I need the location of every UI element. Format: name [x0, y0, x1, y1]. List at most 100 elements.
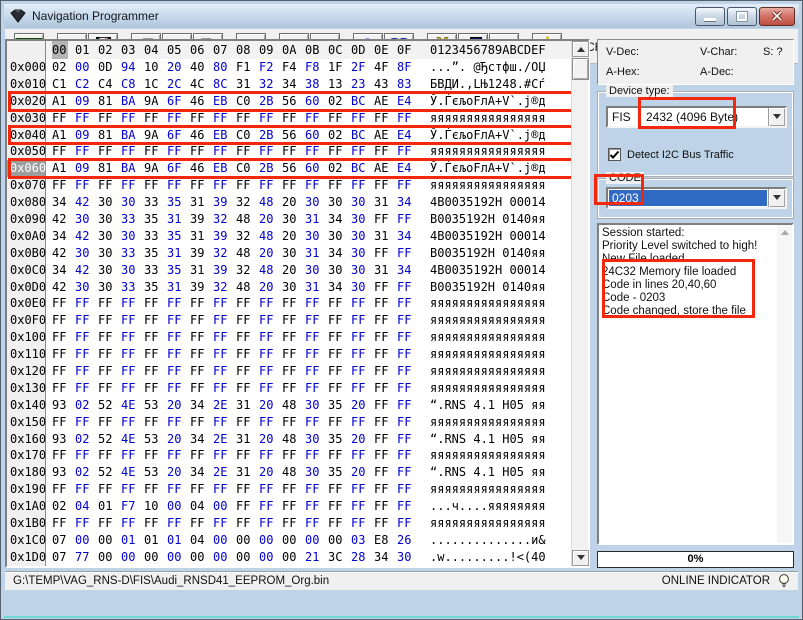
hex-byte[interactable]: A1 [52, 160, 75, 177]
hex-byte[interactable]: 31 [236, 397, 259, 414]
hex-byte[interactable]: FF [213, 414, 236, 431]
hex-byte[interactable]: FF [75, 110, 98, 127]
hex-byte[interactable]: 35 [328, 431, 351, 448]
hex-address-cell[interactable]: 0x020 [7, 92, 46, 110]
hex-byte[interactable]: 48 [236, 211, 259, 228]
hex-byte[interactable]: 00 [98, 549, 121, 566]
hex-byte[interactable]: FF [213, 110, 236, 127]
hex-ascii-cell[interactable]: 4B0035192H 00014 [430, 194, 548, 211]
code-dropdown-button[interactable] [768, 189, 785, 207]
hex-byte[interactable]: FF [305, 110, 328, 127]
hex-byte[interactable]: FF [397, 498, 420, 515]
hex-byte[interactable]: FF [167, 481, 190, 498]
hex-byte[interactable]: FF [374, 279, 397, 296]
hex-byte[interactable]: 20 [167, 397, 190, 414]
hex-byte[interactable]: 32 [213, 245, 236, 262]
hex-byte[interactable]: FF [236, 110, 259, 127]
hex-byte[interactable]: FF [259, 380, 282, 397]
hex-byte[interactable]: 00 [167, 498, 190, 515]
hex-byte[interactable]: 31 [167, 211, 190, 228]
hex-byte[interactable]: FF [190, 447, 213, 464]
hex-byte[interactable]: FF [121, 329, 144, 346]
hex-byte[interactable]: FF [305, 346, 328, 363]
hex-byte[interactable]: FF [144, 481, 167, 498]
hex-byte[interactable]: 42 [75, 228, 98, 245]
hex-byte[interactable]: 04 [190, 498, 213, 515]
hex-byte[interactable]: FF [328, 329, 351, 346]
hex-byte[interactable]: FF [282, 498, 305, 515]
hex-byte[interactable]: 00 [282, 532, 305, 549]
hex-byte[interactable]: FF [305, 380, 328, 397]
hex-byte[interactable]: FF [236, 177, 259, 194]
hex-byte[interactable]: FF [144, 177, 167, 194]
hex-byte[interactable]: 53 [144, 431, 167, 448]
hex-address-cell[interactable]: 0x170 [7, 447, 46, 465]
hex-byte[interactable]: FF [397, 515, 420, 532]
hex-byte[interactable]: FF [167, 515, 190, 532]
hex-byte[interactable]: FF [397, 177, 420, 194]
hex-byte[interactable]: 53 [144, 464, 167, 481]
hex-byte[interactable]: 48 [282, 431, 305, 448]
hex-byte[interactable]: FF [236, 346, 259, 363]
hex-byte[interactable]: 30 [351, 228, 374, 245]
hex-byte[interactable]: 6F [167, 160, 190, 177]
hex-byte[interactable]: FF [236, 447, 259, 464]
hex-byte[interactable]: 31 [167, 245, 190, 262]
hex-byte[interactable]: 42 [75, 194, 98, 211]
hex-byte[interactable]: FF [144, 329, 167, 346]
hex-byte[interactable]: 35 [328, 397, 351, 414]
hex-byte[interactable]: 48 [259, 228, 282, 245]
hex-byte[interactable]: F7 [121, 498, 144, 515]
hex-byte[interactable]: 6F [167, 93, 190, 110]
hex-byte[interactable]: 35 [167, 228, 190, 245]
hex-byte[interactable]: FF [213, 346, 236, 363]
hex-byte[interactable]: C8 [121, 76, 144, 93]
hex-byte[interactable]: 30 [305, 194, 328, 211]
hex-byte[interactable]: FF [190, 329, 213, 346]
hex-address-cell[interactable]: 0x150 [7, 413, 46, 431]
hex-byte[interactable]: 35 [144, 211, 167, 228]
hex-byte[interactable]: BA [121, 93, 144, 110]
hex-byte[interactable]: 20 [259, 211, 282, 228]
hex-byte[interactable]: FF [144, 363, 167, 380]
hex-byte[interactable]: 20 [282, 194, 305, 211]
hex-byte[interactable]: 34 [328, 211, 351, 228]
hex-byte[interactable]: 02 [52, 498, 75, 515]
hex-byte[interactable]: 32 [236, 228, 259, 245]
hex-byte[interactable]: FF [190, 363, 213, 380]
hex-byte[interactable]: 39 [213, 228, 236, 245]
hex-byte[interactable]: 30 [328, 228, 351, 245]
hex-byte[interactable]: FF [52, 177, 75, 194]
hex-byte[interactable]: E4 [397, 127, 420, 144]
hex-byte[interactable]: 31 [374, 228, 397, 245]
hex-byte[interactable]: FF [374, 481, 397, 498]
hex-address-cell[interactable]: 0x100 [7, 329, 46, 347]
hex-byte[interactable]: FF [52, 515, 75, 532]
hex-byte[interactable]: 34 [397, 194, 420, 211]
hex-byte[interactable]: 39 [190, 211, 213, 228]
hex-byte[interactable]: FF [98, 447, 121, 464]
hex-byte[interactable]: 30 [328, 194, 351, 211]
hex-byte[interactable]: FF [397, 380, 420, 397]
hex-byte[interactable]: FF [282, 447, 305, 464]
hex-byte[interactable]: C4 [98, 76, 121, 93]
hex-byte[interactable]: FF [52, 447, 75, 464]
hex-address-cell[interactable]: 0x1C0 [7, 531, 46, 549]
hex-byte[interactable]: FF [397, 431, 420, 448]
hex-byte[interactable]: FF [374, 380, 397, 397]
hex-byte[interactable]: FF [75, 295, 98, 312]
hex-byte[interactable]: 34 [328, 245, 351, 262]
hex-ascii-cell[interactable]: “.RNS 4.1 H05 яя [430, 397, 548, 414]
scroll-up-button[interactable] [572, 41, 589, 57]
hex-byte[interactable]: BC [351, 127, 374, 144]
session-log[interactable]: Session started: Priority Level switched … [597, 223, 794, 545]
hex-byte[interactable]: FF [52, 414, 75, 431]
hex-byte[interactable]: FF [282, 177, 305, 194]
hex-ascii-cell[interactable]: БВДИ.,LЊ1248.#Cѓ [430, 76, 548, 93]
hex-byte[interactable]: FF [75, 312, 98, 329]
hex-byte[interactable]: 23 [351, 76, 374, 93]
hex-address-cell[interactable]: 0x090 [7, 211, 46, 228]
hex-byte[interactable]: 32 [213, 211, 236, 228]
hex-byte[interactable]: 20 [282, 262, 305, 279]
hex-byte[interactable]: 30 [282, 279, 305, 296]
